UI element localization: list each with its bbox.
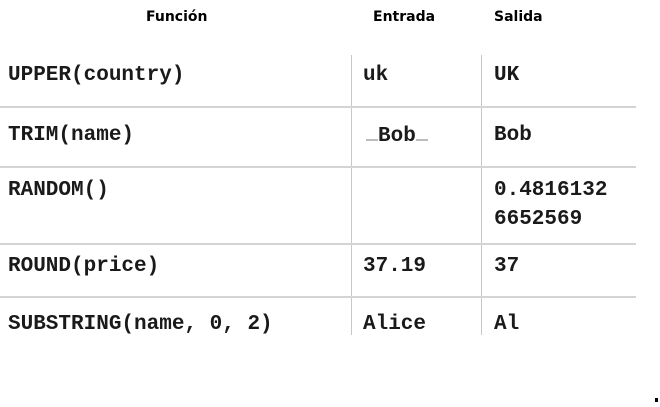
table-row-4-input: 37.19 bbox=[363, 255, 427, 278]
table-row-4-function: ROUND(price) bbox=[8, 255, 160, 278]
column-divider bbox=[351, 55, 352, 335]
corner-mark bbox=[655, 398, 658, 402]
row-divider bbox=[0, 106, 636, 108]
header-output: Salida bbox=[494, 9, 543, 25]
table-row-3-function: RANDOM() bbox=[8, 179, 109, 202]
table-row-5-output: Al bbox=[494, 313, 520, 336]
table-row-3-output: 0.4816132 bbox=[494, 179, 608, 202]
header-function: Función bbox=[146, 9, 208, 25]
header-input: Entrada bbox=[373, 9, 436, 25]
table-row-1-output: UK bbox=[494, 64, 520, 87]
table-row-3-output-line2: 6652569 bbox=[494, 208, 583, 231]
table-row-1-input: uk bbox=[363, 64, 389, 87]
table-row-2-input-wrap: Bob bbox=[366, 121, 428, 151]
table-row-1-function: UPPER(country) bbox=[8, 64, 185, 87]
table-row-2-function: TRIM(name) bbox=[8, 124, 135, 147]
table-row-2-input: Bob bbox=[378, 125, 416, 148]
whitespace-marker bbox=[366, 121, 378, 141]
row-divider bbox=[0, 166, 636, 168]
row-divider bbox=[0, 243, 636, 245]
table-row-5-input: Alice bbox=[363, 313, 427, 336]
column-divider bbox=[481, 55, 482, 335]
table-row-4-output: 37 bbox=[494, 255, 520, 278]
table-row-5-function: SUBSTRING(name, 0, 2) bbox=[8, 313, 273, 336]
row-divider bbox=[0, 296, 636, 298]
whitespace-marker bbox=[415, 121, 428, 141]
table-row-2-output: Bob bbox=[494, 124, 532, 147]
